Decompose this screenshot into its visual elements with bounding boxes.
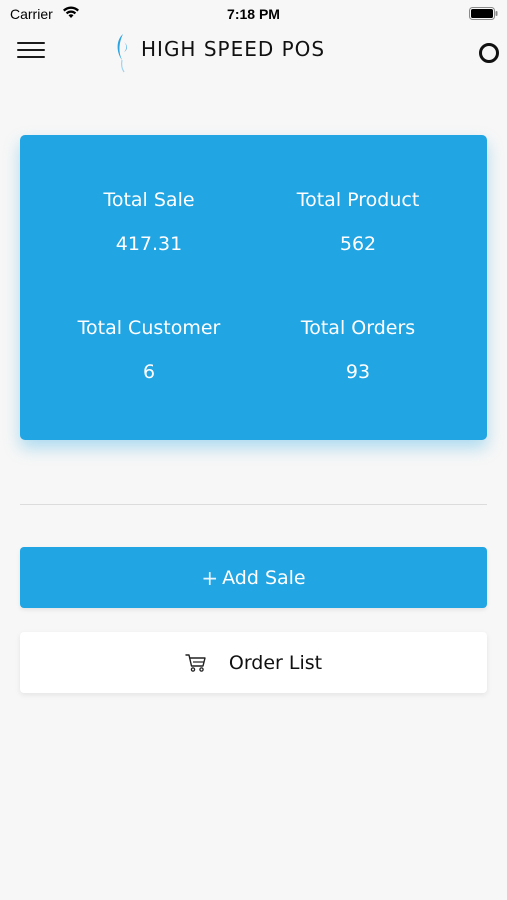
- stat-value: 417.31: [115, 233, 183, 255]
- stat-label: Total Customer: [77, 317, 221, 339]
- stat-label: Total Sale: [103, 189, 195, 211]
- stat-total-sale: Total Sale 417.31: [44, 189, 254, 255]
- stat-value: 93: [345, 361, 371, 383]
- plus-icon: +: [201, 565, 219, 590]
- stat-label: Total Product: [296, 189, 420, 211]
- status-bar: Carrier 7:18 PM: [0, 0, 507, 28]
- stat-label: Total Orders: [300, 317, 416, 339]
- stat-value: 562: [339, 233, 377, 255]
- stats-card: Total Sale 417.31 Total Product 562 Tota…: [20, 135, 487, 440]
- profile-icon[interactable]: [479, 43, 499, 63]
- app-screen: Carrier 7:18 PM HIGH SPEED POS Total Sal…: [0, 0, 507, 900]
- nav-bar: HIGH SPEED POS: [0, 28, 507, 80]
- brand-logo: [117, 34, 127, 73]
- menu-icon[interactable]: [17, 42, 45, 64]
- section-divider: [20, 504, 487, 505]
- cart-icon: [185, 653, 206, 672]
- battery-icon: [469, 7, 498, 20]
- stat-total-orders: Total Orders 93: [253, 317, 463, 383]
- clock: 7:18 PM: [227, 6, 280, 22]
- stat-total-product: Total Product 562: [253, 189, 463, 255]
- add-sale-button[interactable]: + Add Sale: [20, 547, 487, 608]
- order-list-button[interactable]: Order List: [20, 632, 487, 693]
- app-title: HIGH SPEED POS: [141, 37, 326, 61]
- stat-value: 6: [142, 361, 156, 383]
- add-sale-label: Add Sale: [222, 566, 306, 589]
- order-list-label: Order List: [228, 651, 323, 674]
- stat-total-customer: Total Customer 6: [44, 317, 254, 383]
